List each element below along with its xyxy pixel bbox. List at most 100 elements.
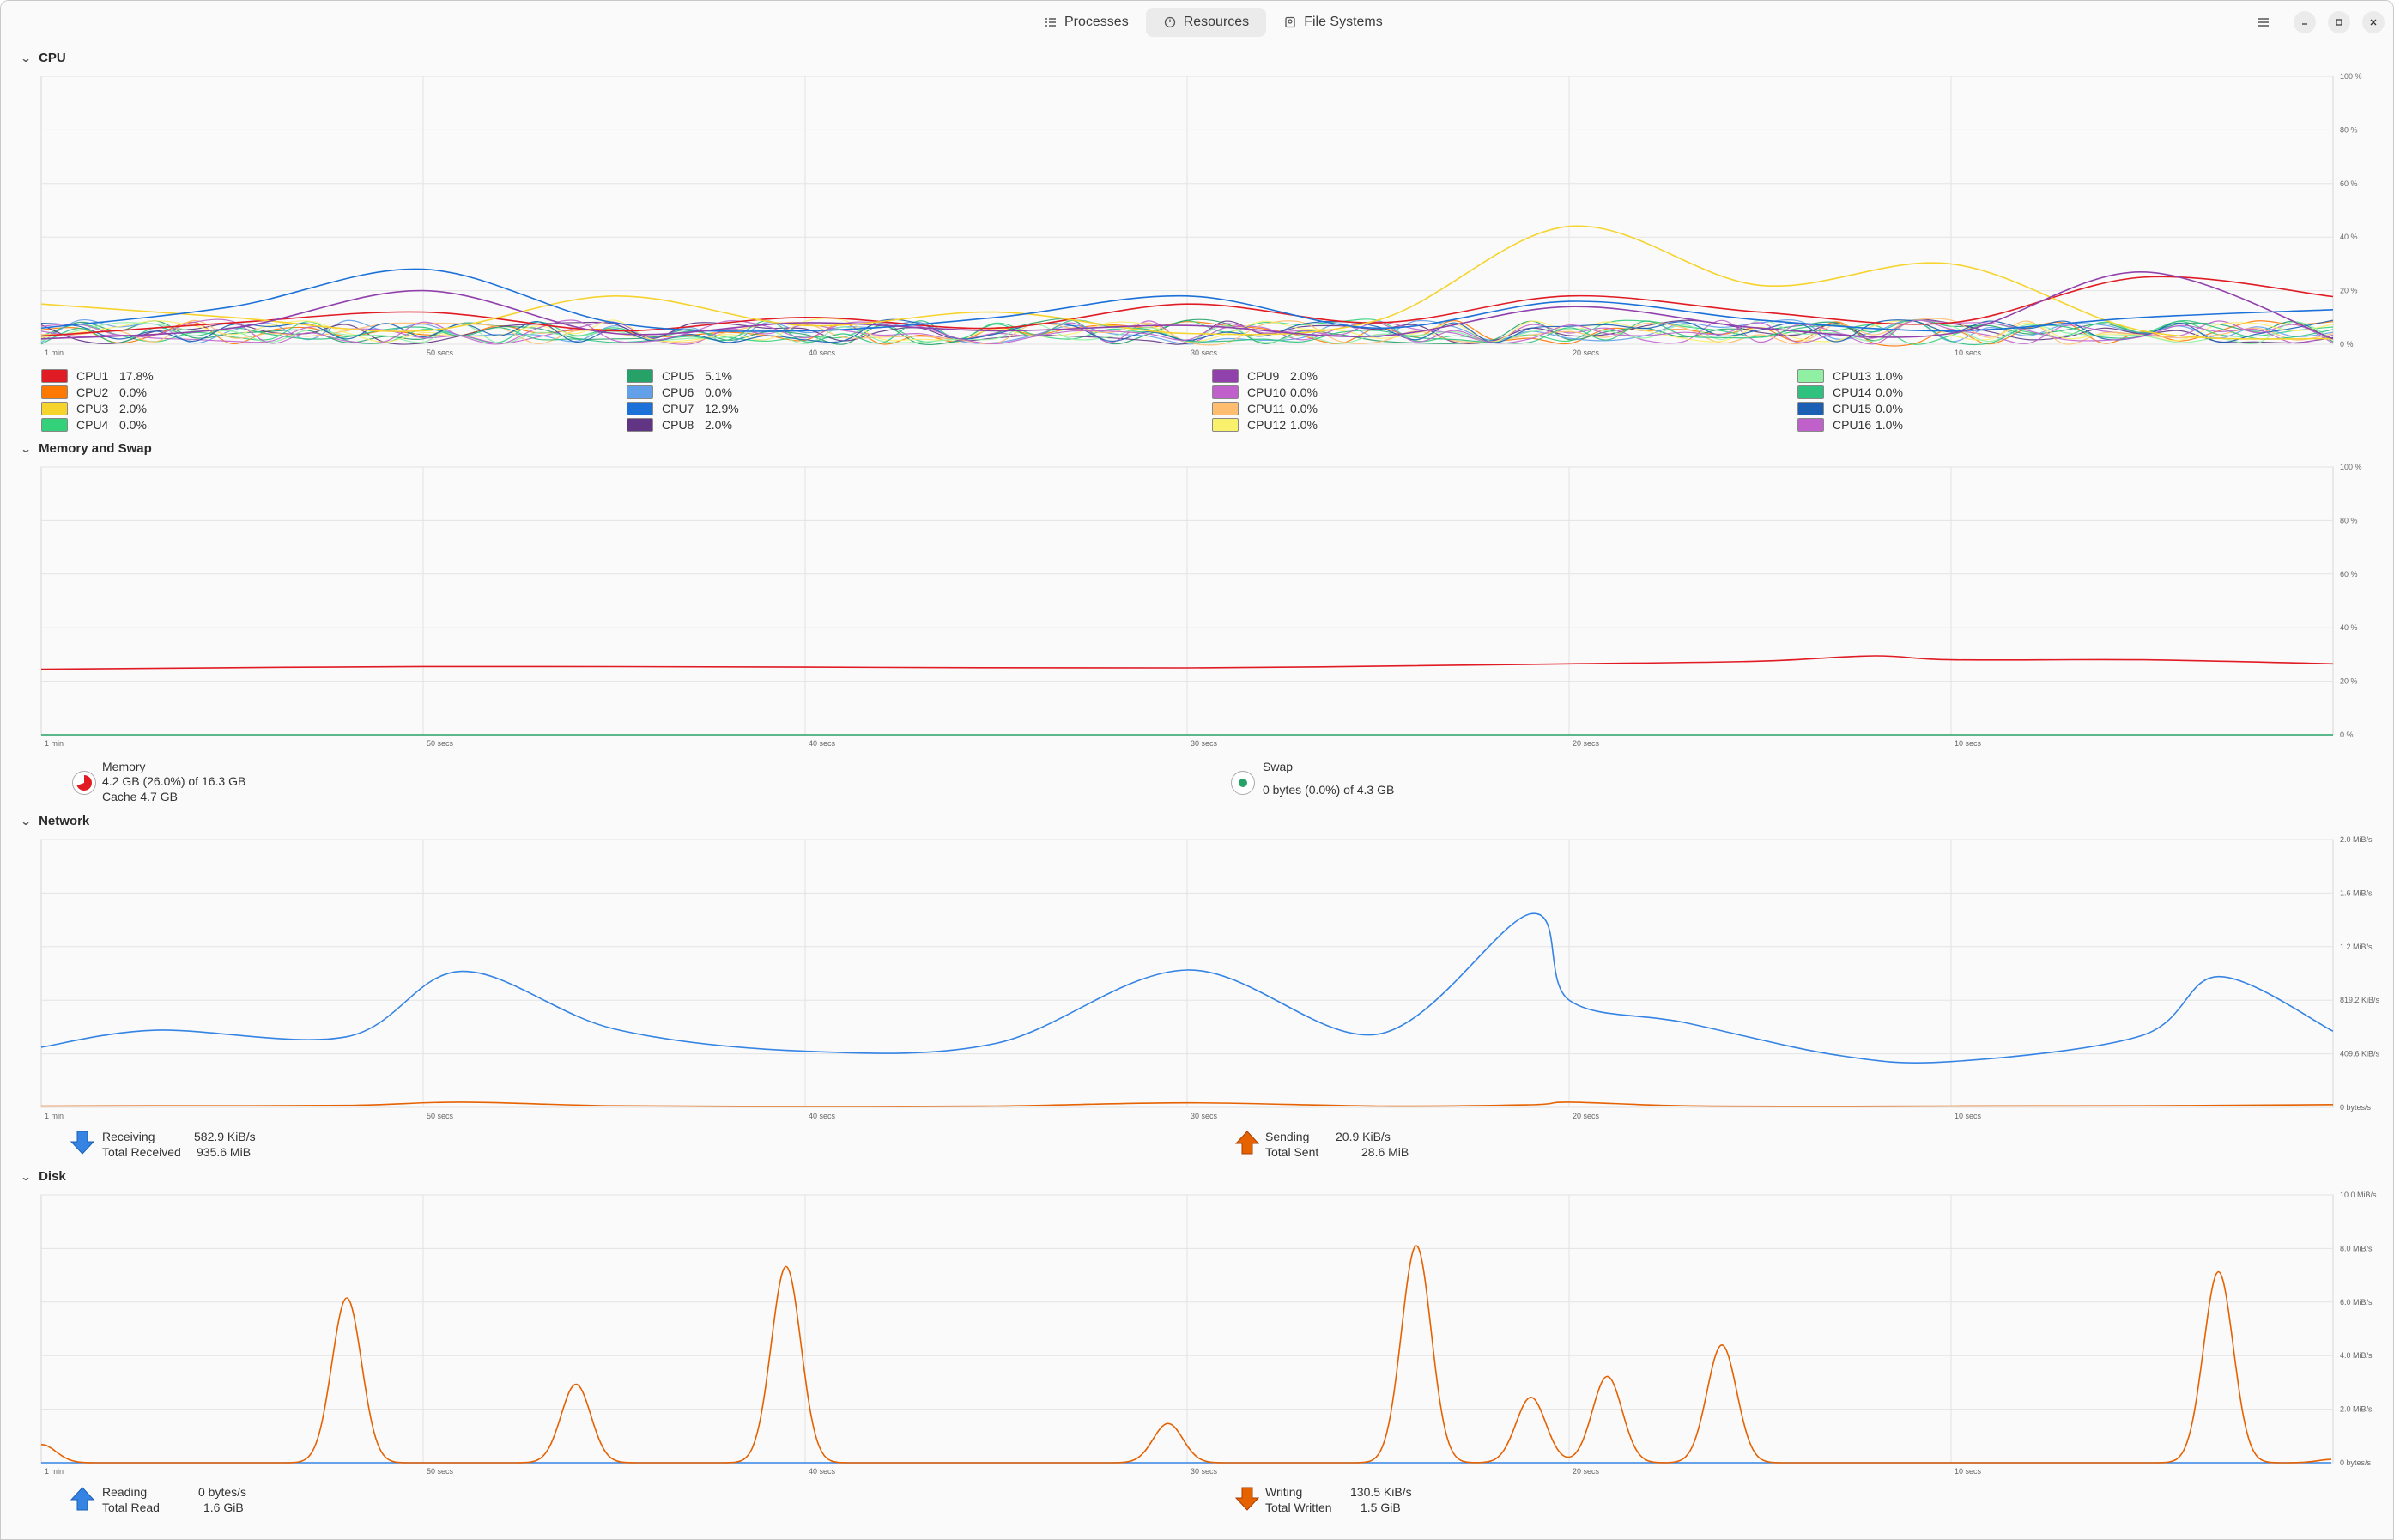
cpu-legend-item[interactable]: CPU1 17.8%	[41, 367, 162, 384]
minimize-button[interactable]	[2294, 11, 2316, 33]
tab-file-systems[interactable]: File Systems	[1266, 8, 1400, 37]
minimize-icon	[2302, 23, 2307, 25]
cpu-legend-item[interactable]: CPU12 1.0%	[1212, 416, 1333, 433]
cpu-color-swatch[interactable]	[41, 368, 68, 383]
cpu-legend-item[interactable]: CPU3 2.0%	[41, 400, 162, 416]
network-y-tick-label: 409.6 KiB/s	[2340, 1050, 2380, 1058]
cpu-x-tick-label: 1 min	[45, 349, 64, 357]
chevron-down-icon: ⌄	[20, 442, 32, 455]
network-section-header[interactable]: ⌄ Network	[20, 814, 89, 828]
cpu-legend-item[interactable]: CPU7 12.9%	[627, 400, 748, 416]
reading-label: Reading	[102, 1485, 148, 1499]
memory-section-header[interactable]: ⌄ Memory and Swap	[20, 441, 151, 456]
cpu-legend-item[interactable]: CPU11 0.0%	[1212, 400, 1333, 416]
disk-x-tick-label: 20 secs	[1573, 1467, 1600, 1476]
cpu-color-swatch[interactable]	[1797, 401, 1824, 415]
cpu-color-swatch[interactable]	[1212, 368, 1239, 383]
total-sent-value: 28.6 MiB	[1361, 1145, 1409, 1159]
memory-pie-icon[interactable]	[72, 771, 96, 795]
network-svg: 2.0 MiB/s 1.6 MiB/s 1.2 MiB/s 819.2 KiB/s 40…	[40, 835, 2380, 1120]
cpu-legend-item[interactable]: CPU14 0.0%	[1797, 384, 1918, 400]
disk-section-header[interactable]: ⌄ Disk	[20, 1169, 65, 1184]
sending-value: 20.9 KiB/s	[1336, 1130, 1391, 1143]
cpu-legend-name: CPU12	[1247, 417, 1287, 432]
swap-value: 0 bytes (0.0%) of 4.3 GB	[1263, 783, 1395, 797]
cpu-legend-name: CPU7	[662, 401, 694, 415]
cpu-section-header[interactable]: ⌄ CPU	[20, 51, 66, 65]
network-x-tick-label: 40 secs	[809, 1112, 836, 1120]
cpu-legend-item[interactable]: CPU2 0.0%	[41, 384, 162, 400]
cpu-legend-name: CPU6	[662, 385, 694, 399]
cpu-color-swatch[interactable]	[1212, 401, 1239, 415]
cpu-legend-item[interactable]: CPU13 1.0%	[1797, 367, 1918, 384]
cpu-legend-value: 17.8%	[119, 368, 154, 383]
network-y-tick-label: 2.0 MiB/s	[2340, 835, 2373, 844]
disk-x-tick-label: 1 min	[45, 1467, 64, 1476]
cpu-color-swatch[interactable]	[1797, 385, 1824, 399]
cpu-legend-item[interactable]: CPU8 2.0%	[627, 416, 748, 433]
cpu-legend-name: CPU13	[1833, 368, 1872, 383]
total-read-label: Total Read	[102, 1501, 160, 1514]
memory-value: 4.2 GB (26.0%) of 16.3 GB	[102, 774, 246, 788]
cpu-y-tick-label: 20 %	[2340, 287, 2358, 295]
cpu-color-swatch[interactable]	[627, 417, 653, 432]
disk-x-tick-label: 30 secs	[1191, 1467, 1218, 1476]
cpu-legend: CPU1 17.8% CPU2 0.0% CPU3 2.0% CPU4 0.0% CPU5 5.1…	[41, 367, 2333, 436]
tab-resources[interactable]: Resources	[1145, 8, 1267, 37]
cpu-color-swatch[interactable]	[41, 401, 68, 415]
memory-x-tick-label: 50 secs	[427, 739, 454, 748]
tab-file-systems-label: File Systems	[1304, 15, 1383, 29]
upload-arrow-icon[interactable]	[1234, 1130, 1260, 1155]
cpu-legend-name: CPU11	[1247, 401, 1286, 415]
maximize-button[interactable]	[2328, 11, 2350, 33]
cpu-legend-item[interactable]: CPU15 0.0%	[1797, 400, 1918, 416]
close-button[interactable]	[2362, 11, 2385, 33]
view-switcher: Processes Resources File Systems	[1027, 8, 1400, 37]
writing-value: 130.5 KiB/s	[1350, 1485, 1412, 1499]
cpu-y-tick-label: 40 %	[2340, 233, 2358, 241]
cpu-section-title: CPU	[39, 51, 66, 65]
cpu-color-swatch[interactable]	[1797, 368, 1824, 383]
cpu-legend-value: 12.9%	[705, 401, 739, 415]
cpu-color-swatch[interactable]	[1797, 417, 1824, 432]
total-written-value: 1.5 GiB	[1361, 1501, 1401, 1514]
cpu-legend-item[interactable]: CPU16 1.0%	[1797, 416, 1918, 433]
total-sent-label: Total Sent	[1265, 1145, 1319, 1159]
memory-y-tick-label: 0 %	[2340, 731, 2354, 739]
cpu-legend-item[interactable]: CPU10 0.0%	[1212, 384, 1333, 400]
cpu-legend-item[interactable]: CPU6 0.0%	[627, 384, 748, 400]
cpu-color-swatch[interactable]	[627, 401, 653, 415]
cpu-color-swatch[interactable]	[1212, 417, 1239, 432]
system-monitor-window: Processes Resources File Systems ⌄ CPU 1…	[0, 0, 2394, 1540]
cpu-x-tick-label: 30 secs	[1191, 349, 1218, 357]
cpu-legend-name: CPU15	[1833, 401, 1872, 415]
network-x-tick-label: 50 secs	[427, 1112, 454, 1120]
cpu-color-swatch[interactable]	[41, 385, 68, 399]
cpu-legend-value: 1.0%	[1290, 417, 1318, 432]
download-arrow-icon[interactable]	[70, 1130, 95, 1155]
write-arrow-icon[interactable]	[1234, 1486, 1260, 1512]
cpu-legend-item[interactable]: CPU4 0.0%	[41, 416, 162, 433]
cpu-color-swatch[interactable]	[627, 368, 653, 383]
total-read-value: 1.6 GiB	[203, 1501, 244, 1514]
disk-x-tick-label: 50 secs	[427, 1467, 454, 1476]
sending-label: Sending	[1265, 1130, 1310, 1143]
read-arrow-icon[interactable]	[70, 1486, 95, 1512]
cpu-color-swatch[interactable]	[627, 385, 653, 399]
cpu-color-swatch[interactable]	[1212, 385, 1239, 399]
swap-label: Swap	[1263, 760, 1294, 773]
cpu-legend-name: CPU1	[76, 368, 109, 383]
swap-pie-icon[interactable]	[1231, 771, 1255, 795]
disk-y-tick-label: 0 bytes/s	[2340, 1458, 2372, 1467]
memory-x-tick-label: 30 secs	[1191, 739, 1218, 748]
cpu-legend-item[interactable]: CPU5 5.1%	[627, 367, 748, 384]
memory-x-tick-label: 10 secs	[1955, 739, 1982, 748]
cpu-color-swatch[interactable]	[41, 417, 68, 432]
cpu-legend-item[interactable]: CPU9 2.0%	[1212, 367, 1333, 384]
cpu-graph: 100 % 80 % 60 % 40 % 20 % 0 % 1 min 50 secs 40 s…	[40, 72, 2362, 360]
cpu-legend-value: 5.1%	[705, 368, 732, 383]
tab-processes[interactable]: Processes	[1027, 8, 1146, 37]
close-icon	[2370, 19, 2377, 26]
cpu-legend-value: 1.0%	[1876, 417, 1903, 432]
main-menu-button[interactable]	[2252, 11, 2275, 33]
